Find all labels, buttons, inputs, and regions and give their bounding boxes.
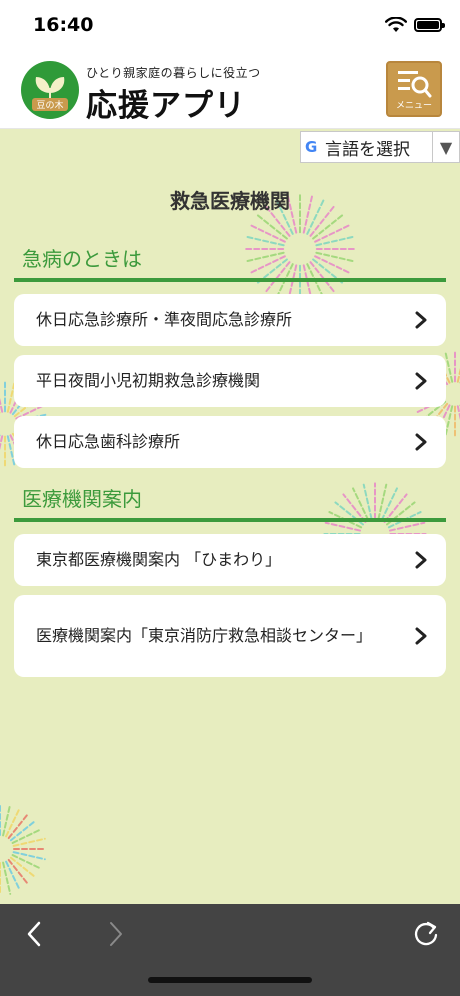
list-item-label: 医療機関案内「東京消防庁救急相談センター」 [36, 626, 373, 645]
chevron-right-icon [415, 627, 427, 645]
menu-search-icon [398, 71, 432, 98]
list-item[interactable]: 医療機関案内「東京消防庁救急相談センター」 [14, 595, 446, 677]
section-divider [14, 278, 446, 282]
section-divider [14, 518, 446, 522]
menu-button[interactable]: メニュー [386, 61, 442, 117]
firework-decoration [0, 802, 47, 896]
list-item[interactable]: 休日応急歯科診療所 [14, 416, 446, 468]
app-header: 豆の木 ひとり親家庭の暮らしに役立つ 応援アプリ メニュー [0, 54, 460, 129]
wifi-icon [385, 17, 407, 32]
main-content: G 言語を選択 ▼ 救急医療機関 急病のときは 休日応急診療所・準夜間応急診療所… [0, 129, 460, 904]
list-item[interactable]: 東京都医療機関案内 「ひまわり」 [14, 534, 446, 586]
chevron-right-icon [415, 372, 427, 390]
language-select[interactable]: G 言語を選択 ▼ [300, 131, 460, 163]
dropdown-arrow-icon: ▼ [432, 132, 459, 162]
svg-text:豆の木: 豆の木 [36, 99, 63, 111]
section-heading: 医療機関案内 [22, 487, 142, 511]
list-item-label: 平日夜間小児初期救急診療機関 [36, 371, 261, 390]
battery-icon [414, 18, 445, 32]
chevron-right-icon [415, 433, 427, 451]
status-bar: 16:40 [0, 0, 460, 54]
home-indicator [148, 977, 312, 983]
reload-icon[interactable] [412, 918, 440, 948]
app-tagline: ひとり親家庭の暮らしに役立つ [86, 66, 261, 80]
list-item[interactable]: 休日応急診療所・準夜間応急診療所 [14, 294, 446, 346]
list-item-label: 休日応急診療所・準夜間応急診療所 [36, 310, 293, 329]
logo-icon: 豆の木 [21, 61, 79, 119]
language-select-label: 言語を選択 [325, 139, 410, 160]
google-icon: G [305, 138, 318, 156]
chevron-right-icon [415, 551, 427, 569]
list-item-label: 休日応急歯科診療所 [36, 432, 181, 451]
forward-arrow-icon[interactable] [106, 920, 126, 948]
status-icons [385, 17, 445, 33]
app-title: 応援アプリ [86, 88, 246, 124]
list-item[interactable]: 平日夜間小児初期救急診療機関 [14, 355, 446, 407]
page-title: 救急医療機関 [170, 189, 290, 213]
section-heading: 急病のときは [22, 247, 142, 271]
menu-button-label: メニュー [395, 101, 432, 111]
status-time: 16:40 [33, 14, 94, 36]
chevron-right-icon [415, 311, 427, 329]
list-item-label: 東京都医療機関案内 「ひまわり」 [36, 550, 282, 569]
back-arrow-icon[interactable] [24, 920, 44, 948]
